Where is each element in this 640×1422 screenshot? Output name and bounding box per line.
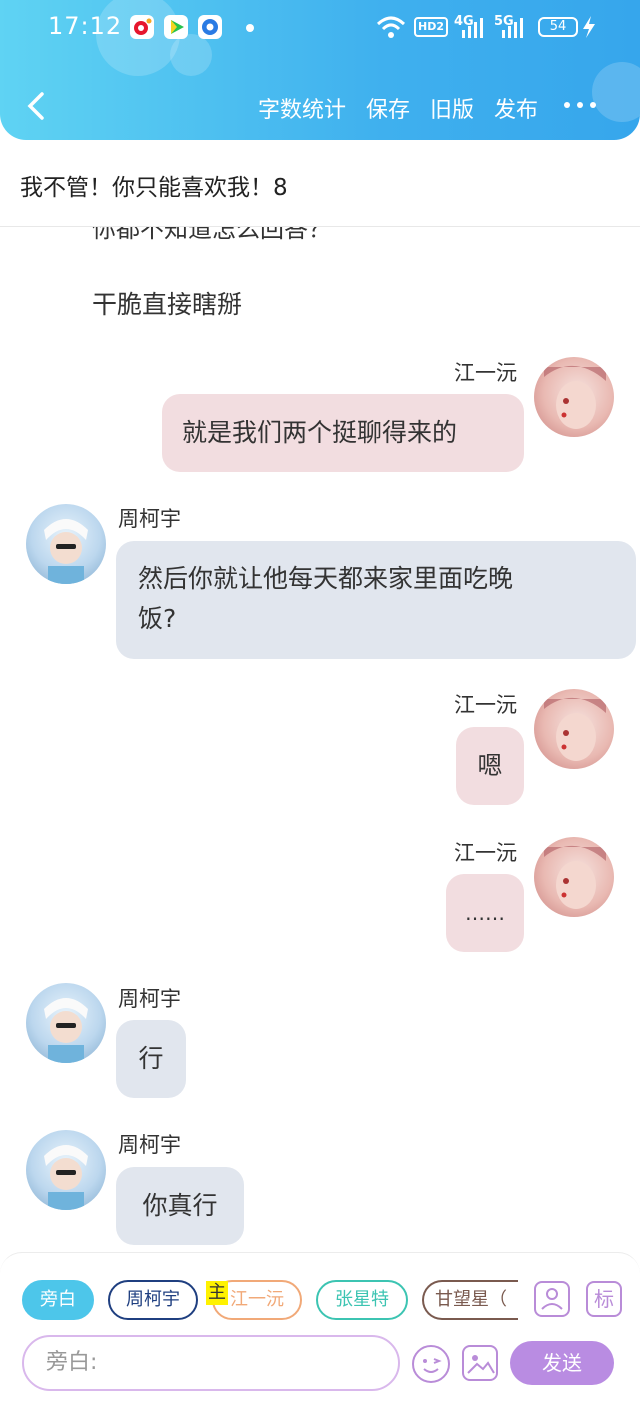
- message-bubble[interactable]: 行: [116, 1020, 186, 1098]
- wifi-icon: [376, 14, 406, 44]
- message-bubble[interactable]: 就是我们两个挺聊得来的: [162, 394, 524, 472]
- sender-name: 江一沅: [454, 361, 517, 385]
- clock: 17:12: [48, 12, 123, 40]
- avatar-jiang[interactable]: [534, 837, 614, 917]
- signal-icon: [460, 18, 486, 42]
- avatar-jiang[interactable]: [534, 689, 614, 769]
- avatar-zhou[interactable]: [26, 1130, 106, 1210]
- avatar-zhou[interactable]: [26, 983, 106, 1063]
- narration-text: 你都不知道怎么回答？: [92, 227, 332, 243]
- sender-name: 周柯宇: [118, 507, 181, 531]
- battery-indicator: 54: [538, 17, 578, 37]
- avatar-jiang[interactable]: [534, 357, 614, 437]
- main-role-badge: 主: [206, 1281, 228, 1305]
- sender-name: 周柯宇: [118, 987, 181, 1011]
- word-count-button[interactable]: 字数统计: [258, 92, 346, 124]
- charging-icon: [582, 16, 596, 42]
- browser-icon: [198, 15, 222, 39]
- message-bubble[interactable]: 嗯: [456, 727, 524, 805]
- send-button[interactable]: 发送: [510, 1341, 614, 1385]
- save-button[interactable]: 保存: [366, 92, 410, 124]
- notification-dot: [246, 24, 254, 32]
- hd-badge: HD2: [414, 17, 448, 37]
- message-line: 然后你就让他每天都来家里面吃晚: [138, 564, 514, 593]
- message-line: 饭?: [138, 604, 177, 633]
- mark-button[interactable]: 标: [586, 1281, 622, 1317]
- chat-area[interactable]: 你都不知道怎么回答？ 干脆直接瞎掰 江一沅 就是我们两个挺聊得来的 周柯宇 然后…: [0, 227, 640, 1252]
- avatar-zhou[interactable]: [26, 504, 106, 584]
- status-bar: 17:12 HD2 4G 5G 54: [0, 0, 640, 56]
- back-chevron-icon[interactable]: [22, 86, 52, 126]
- sender-name: 周柯宇: [118, 1133, 181, 1157]
- app-header: 17:12 HD2 4G 5G 54 字数统计 保存 旧版 发布: [0, 0, 640, 140]
- role-chip-narrator[interactable]: 旁白: [22, 1280, 94, 1320]
- more-options-icon[interactable]: [562, 92, 602, 116]
- sender-name: 江一沅: [454, 693, 517, 717]
- story-title: 我不管！你只能喜欢我！8: [20, 175, 288, 201]
- message-bubble[interactable]: 然后你就让他每天都来家里面吃晚 饭?: [116, 541, 636, 659]
- character-manage-icon[interactable]: [534, 1281, 570, 1317]
- signal-icon: [500, 18, 526, 42]
- video-app-icon: [164, 15, 188, 39]
- role-chip-gan[interactable]: 甘望星（: [422, 1280, 518, 1320]
- publish-button[interactable]: 发布: [494, 92, 538, 124]
- emoji-icon[interactable]: [412, 1345, 450, 1383]
- compose-panel: 旁白 周柯宇 江一沅 主 张星特 甘望星（ 标 旁白: 发送: [0, 1252, 640, 1422]
- old-version-button[interactable]: 旧版: [430, 92, 474, 124]
- role-chip-zhang[interactable]: 张星特: [316, 1280, 408, 1320]
- role-chip-zhou[interactable]: 周柯宇: [108, 1280, 198, 1320]
- message-bubble[interactable]: ……: [446, 874, 524, 952]
- image-icon[interactable]: [462, 1345, 498, 1381]
- sender-name: 江一沅: [454, 841, 517, 865]
- weibo-icon: [130, 15, 154, 39]
- narration-text: 干脆直接瞎掰: [92, 290, 243, 319]
- message-bubble[interactable]: 你真行: [116, 1167, 244, 1245]
- message-input[interactable]: 旁白:: [22, 1335, 400, 1391]
- nav-bar: 字数统计 保存 旧版 发布: [0, 80, 640, 136]
